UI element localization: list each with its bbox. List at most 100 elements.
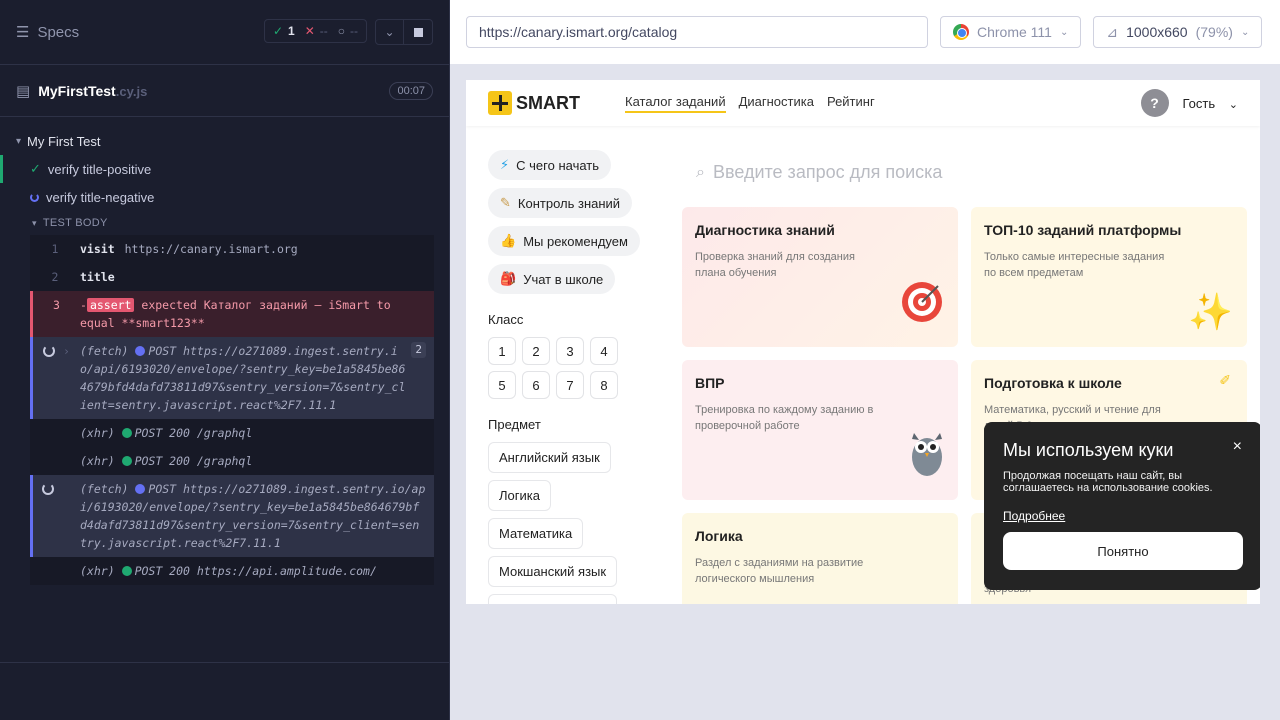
grade-button[interactable]: 4 xyxy=(590,337,618,365)
url-bar[interactable]: https://canary.ismart.org/catalog xyxy=(466,16,928,48)
site-nav: Каталог заданий Диагностика Рейтинг xyxy=(625,94,875,113)
card-top10[interactable]: ТОП-10 заданий платформы Только самые ин… xyxy=(971,207,1247,347)
specs-button[interactable]: ☰ Specs xyxy=(16,23,80,42)
subject-moksha[interactable]: Мокшанский язык xyxy=(488,556,618,587)
logo-text: SMART xyxy=(516,92,580,113)
card-title: Подготовка к школе xyxy=(984,375,1122,391)
failed-count: -- xyxy=(319,24,328,38)
command-row-fetch[interactable]: (fetch) POST https://o271089.ingest.sent… xyxy=(30,475,434,557)
divider xyxy=(0,662,449,663)
chevron-down-icon: ⌄ xyxy=(1059,26,1069,38)
app-iframe: SMART Каталог заданий Диагностика Рейтин… xyxy=(466,80,1260,604)
request-count-badge: 2 xyxy=(411,342,426,358)
viewport-size: 1000x660 xyxy=(1126,24,1188,40)
chrome-icon xyxy=(953,24,969,40)
chip-start[interactable]: ⚡ С чего начать xyxy=(488,150,612,180)
chevron-down-icon: ▾ xyxy=(16,135,22,147)
loading-icon xyxy=(41,483,54,495)
status-dot xyxy=(135,484,146,494)
chip-recommend[interactable]: 👍 Мы рекомендуем xyxy=(488,226,640,256)
chevron-down-icon[interactable]: ⌄ xyxy=(376,20,404,44)
sparkles-icon: ✨ xyxy=(1188,291,1233,332)
chip-label: Контроль знаний xyxy=(517,195,621,211)
runner-header: ☰ Specs ✓ 1 ✕ -- ○ -- ⌄ xyxy=(0,0,449,65)
nav-diagnostics[interactable]: Диагностика xyxy=(739,94,814,113)
subject-logic[interactable]: Логика xyxy=(488,480,551,511)
document-icon: ▤ xyxy=(16,82,31,100)
loading-icon xyxy=(43,345,56,357)
request-url: https://o271089.ingest.sentry.io/api/619… xyxy=(80,344,406,412)
backpack-icon: 🎒 xyxy=(500,271,517,286)
grade-button[interactable]: 8 xyxy=(590,371,618,399)
command-row-fetch[interactable]: › (fetch) POST https://o271089.ingest.se… xyxy=(30,337,434,419)
stop-button[interactable] xyxy=(404,20,432,44)
target-icon xyxy=(900,280,944,333)
user-menu[interactable]: Гость ⌄ xyxy=(1183,96,1238,111)
pending-icon: ○ xyxy=(337,24,345,38)
test-body-header[interactable]: ▾ TEST BODY xyxy=(0,211,449,235)
request-type: (xhr) xyxy=(80,426,115,440)
subject-english[interactable]: Английский язык xyxy=(488,442,611,473)
request-method: POST xyxy=(148,482,177,496)
browser-label: Chrome 111 xyxy=(977,24,1052,40)
nav-rating[interactable]: Рейтинг xyxy=(827,94,875,113)
card-vpr[interactable]: ВПР Тренировка по каждому заданию в пров… xyxy=(682,360,958,500)
card-title: ТОП-10 заданий платформы xyxy=(984,222,1182,238)
cookie-accept-button[interactable]: Понятно xyxy=(1003,532,1243,570)
command-row[interactable]: 2 title xyxy=(30,263,434,291)
command-row-xhr[interactable]: (xhr) POST 200 /graphql xyxy=(30,419,434,447)
card-desc: Тренировка по каждому заданию в провероч… xyxy=(695,404,874,432)
test-item-positive[interactable]: ✓ verify title-positive xyxy=(0,155,449,183)
grade-button[interactable]: 6 xyxy=(522,371,550,399)
class-title: Класс xyxy=(488,312,524,327)
grade-button[interactable]: 5 xyxy=(488,371,516,399)
grade-button[interactable]: 7 xyxy=(556,371,584,399)
card-title: Логика xyxy=(695,528,743,544)
subject-math[interactable]: Математика xyxy=(488,518,584,549)
request-summary: POST 200 /graphql xyxy=(134,454,253,468)
request-summary: POST 200 https://api.amplitude.com/ xyxy=(134,564,377,578)
command-row-xhr[interactable]: (xhr) POST 200 /graphql xyxy=(30,447,434,475)
user-name: Гость xyxy=(1182,95,1216,111)
ruler-icon: ⊿ xyxy=(1106,23,1119,40)
command-row-failed-assert[interactable]: 3 - assert expected Каталог заданий — iSm… xyxy=(30,291,434,337)
command-name: visit xyxy=(80,242,115,256)
viewport-select[interactable]: ⊿ 1000x660 (79%) ⌄ xyxy=(1093,16,1263,48)
subject-world[interactable]: Окружающий мир xyxy=(488,594,618,604)
card-logic[interactable]: Логика Раздел с заданиями на развитие ло… xyxy=(682,513,958,604)
site-header: SMART Каталог заданий Диагностика Рейтин… xyxy=(466,80,1260,126)
browser-select[interactable]: Chrome 111 ⌄ xyxy=(940,16,1082,48)
card-diagnostics[interactable]: Диагностика знаний Проверка знаний для с… xyxy=(682,207,958,347)
request-summary: POST 200 /graphql xyxy=(134,426,253,440)
spec-file-row[interactable]: ▤ MyFirstTest.cy.js 00:07 xyxy=(0,65,449,117)
suite-title[interactable]: ▾ My First Test xyxy=(0,127,449,155)
search-input[interactable]: ⌕ Введите запрос для поиска xyxy=(696,162,942,183)
request-url: https://o271089.ingest.sentry.io/api/619… xyxy=(80,482,426,550)
passed-count: 1 xyxy=(288,24,295,38)
assert-prefix: - xyxy=(80,298,87,312)
close-icon[interactable]: × xyxy=(1233,438,1242,456)
chip-school[interactable]: 🎒 Учат в школе xyxy=(488,264,616,294)
command-row-xhr[interactable]: (xhr) POST 200 https://api.amplitude.com… xyxy=(30,557,434,585)
running-icon xyxy=(30,192,39,202)
command-number: 1 xyxy=(51,242,59,256)
nav-catalog[interactable]: Каталог заданий xyxy=(625,94,726,113)
command-row[interactable]: 1 visit https://canary.ismart.org xyxy=(30,235,434,263)
cookie-more-link[interactable]: Подробнее xyxy=(1003,509,1065,523)
search-icon: ⌕ xyxy=(696,163,705,181)
grade-button[interactable]: 1 xyxy=(488,337,516,365)
filters-sidebar: ⚡ С чего начать ✎ Контроль знаний 👍 Мы реко… xyxy=(488,150,658,604)
aut-panel: https://canary.ismart.org/catalog Chrome… xyxy=(450,0,1280,720)
grade-button[interactable]: 2 xyxy=(522,337,550,365)
help-icon[interactable]: ? xyxy=(1140,89,1169,117)
specs-label: Specs xyxy=(37,23,80,41)
pending-count: -- xyxy=(350,24,358,38)
site-logo[interactable]: SMART xyxy=(488,91,580,115)
command-number: 3 xyxy=(53,298,60,312)
request-method: POST xyxy=(148,344,177,358)
grade-button[interactable]: 3 xyxy=(556,337,584,365)
request-type: (fetch) xyxy=(80,344,129,358)
chip-control[interactable]: ✎ Контроль знаний xyxy=(488,188,633,218)
test-item-negative[interactable]: verify title-negative xyxy=(0,183,449,211)
menu-icon: ☰ xyxy=(16,24,30,41)
